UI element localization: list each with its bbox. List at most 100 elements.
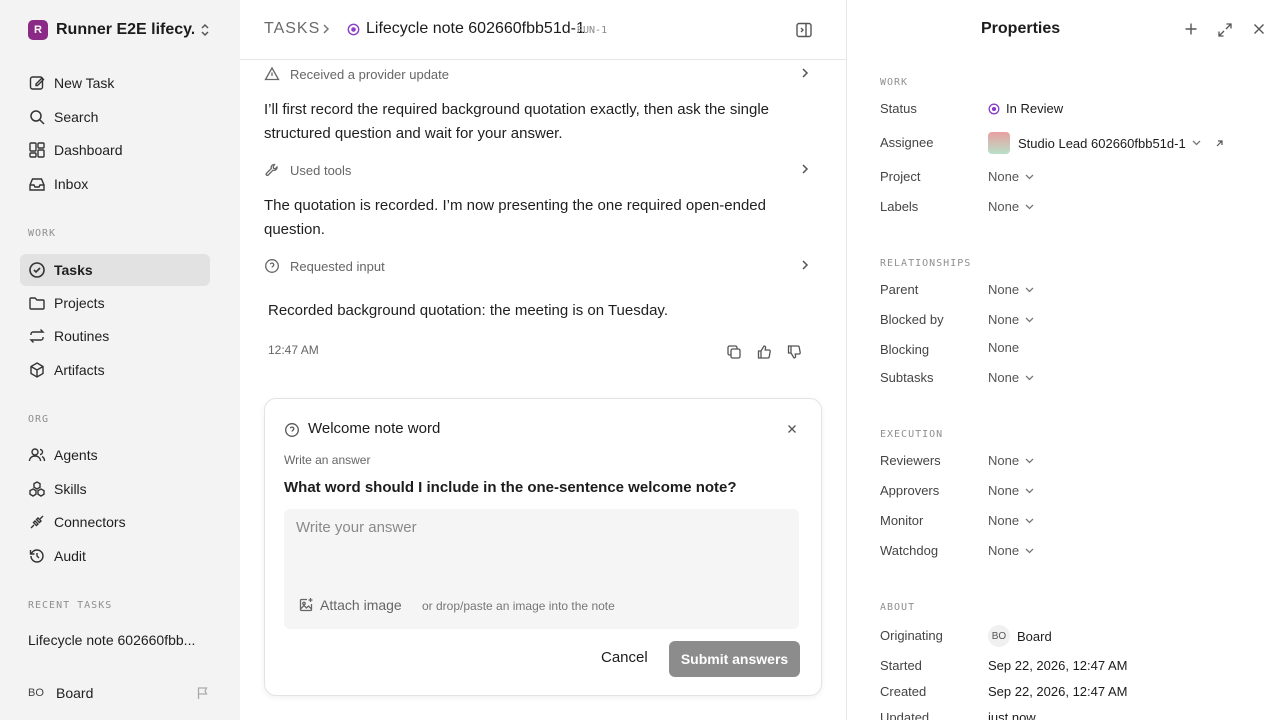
- reviewers-value[interactable]: None: [988, 453, 1034, 468]
- question-card: Welcome note word Write an answer What w…: [264, 398, 822, 696]
- event-provider-update[interactable]: Received a provider update: [264, 62, 810, 86]
- panel-toggle-icon[interactable]: [795, 21, 813, 39]
- user-name: Board: [56, 685, 94, 701]
- assignee-value[interactable]: Studio Lead 602660fbb51d-1: [988, 132, 1224, 154]
- history-icon: [28, 547, 46, 565]
- blocked-by-value[interactable]: None: [988, 312, 1034, 327]
- attach-image-button[interactable]: Attach image: [298, 597, 402, 613]
- nav-agents-label: Agents: [54, 447, 98, 463]
- nav-routines-label: Routines: [54, 328, 110, 344]
- answer-placeholder: Write your answer: [296, 519, 417, 536]
- check-circle-icon: [28, 261, 46, 279]
- question-card-subtitle: Write an answer: [284, 453, 371, 467]
- event-used-tools-label: Used tools: [290, 162, 352, 178]
- nav-audit-label: Audit: [54, 548, 86, 564]
- run-badge: RUN-1: [577, 25, 608, 36]
- search-icon: [28, 108, 46, 126]
- approvers-text: None: [988, 483, 1020, 498]
- status-label: Status: [880, 101, 917, 116]
- nav-agents[interactable]: Agents: [20, 439, 210, 471]
- watchdog-label: Watchdog: [880, 543, 939, 558]
- close-icon[interactable]: [1253, 23, 1265, 35]
- event-requested-input[interactable]: Requested input: [264, 254, 810, 278]
- nav-tasks[interactable]: Tasks: [20, 254, 210, 286]
- nav-connectors[interactable]: Connectors: [20, 506, 210, 538]
- answer-field[interactable]: Write your answer Attach image or drop/p…: [284, 509, 799, 629]
- flag-icon[interactable]: [196, 686, 210, 700]
- properties-title: Properties: [981, 20, 1061, 37]
- labels-label: Labels: [880, 199, 919, 214]
- edit-icon: [28, 74, 46, 92]
- chevron-updown-icon: [200, 23, 210, 37]
- chevron-down-icon: [1025, 518, 1034, 524]
- nav-audit[interactable]: Audit: [20, 540, 210, 572]
- blocking-text: None: [988, 340, 1020, 355]
- wrench-icon: [264, 162, 280, 178]
- boxes-icon: [28, 480, 46, 498]
- event-used-tools[interactable]: Used tools: [264, 158, 810, 182]
- project-label: Project: [880, 169, 921, 184]
- nav-skills[interactable]: Skills: [20, 473, 210, 505]
- user-row[interactable]: BO Board: [28, 682, 214, 704]
- work-section-label: WORK: [28, 228, 57, 239]
- monitor-value[interactable]: None: [988, 513, 1034, 528]
- nav-search-label: Search: [54, 109, 99, 125]
- project-value[interactable]: None: [988, 169, 1034, 184]
- subtasks-value[interactable]: None: [988, 370, 1034, 385]
- message-timestamp: 12:47 AM: [268, 343, 319, 357]
- labels-value[interactable]: None: [988, 199, 1034, 214]
- nav-search[interactable]: Search: [20, 101, 210, 133]
- originating-label: Originating: [880, 628, 943, 643]
- breadcrumb-tasks[interactable]: TASKS: [264, 20, 320, 38]
- recorded-quotation: Recorded background quotation: the meeti…: [268, 302, 668, 319]
- nav-artifacts[interactable]: Artifacts: [20, 354, 210, 386]
- assistant-message-2: The quotation is recorded. I’m now prese…: [264, 197, 766, 238]
- chevron-right-icon: [800, 259, 810, 271]
- main-panel: TASKS Lifecycle note 602660fbb51d-1 RUN-…: [240, 0, 846, 720]
- originating-initials: BO: [988, 625, 1010, 647]
- plus-icon[interactable]: [1184, 22, 1198, 36]
- warning-icon: [264, 66, 280, 82]
- labels-text: None: [988, 199, 1020, 214]
- created-value: Sep 22, 2026, 12:47 AM: [988, 684, 1128, 699]
- nav-projects[interactable]: Projects: [20, 287, 210, 319]
- status-text: In Review: [1006, 101, 1064, 116]
- question-circle-icon: [284, 422, 300, 438]
- status-in-review-icon: [347, 23, 360, 36]
- recent-task-item[interactable]: Lifecycle note 602660fbb...: [28, 632, 195, 648]
- nav-inbox-label: Inbox: [54, 176, 89, 192]
- status-value[interactable]: In Review: [988, 101, 1063, 116]
- cancel-button[interactable]: Cancel: [601, 649, 648, 666]
- thumbs-up-icon[interactable]: [756, 344, 772, 360]
- relationships-section-label: RELATIONSHIPS: [880, 258, 972, 269]
- nav-inbox[interactable]: Inbox: [20, 168, 210, 200]
- parent-value[interactable]: None: [988, 282, 1034, 297]
- copy-icon[interactable]: [726, 344, 742, 360]
- breadcrumb: TASKS Lifecycle note 602660fbb51d-1 RUN-…: [240, 0, 846, 60]
- monitor-label: Monitor: [880, 513, 924, 528]
- avatar: [988, 132, 1010, 154]
- workspace-switcher[interactable]: R Runner E2E lifecy...: [28, 18, 214, 42]
- attach-image-label: Attach image: [320, 597, 402, 613]
- watchdog-value[interactable]: None: [988, 543, 1034, 558]
- updated-value: just now: [988, 710, 1036, 720]
- status-in-review-icon: [988, 103, 1000, 115]
- close-icon[interactable]: [787, 424, 797, 434]
- properties-panel: Properties WORK Status In Review Assigne…: [846, 0, 1280, 720]
- expand-icon[interactable]: [1217, 22, 1233, 38]
- thumbs-down-icon[interactable]: [786, 344, 802, 360]
- external-link-icon[interactable]: [1215, 139, 1224, 148]
- event-requested-input-label: Requested input: [290, 258, 385, 274]
- submit-answers-button[interactable]: Submit answers: [669, 641, 800, 677]
- nav-new-task[interactable]: New Task: [20, 67, 210, 99]
- started-value: Sep 22, 2026, 12:47 AM: [988, 658, 1128, 673]
- folder-icon: [28, 294, 46, 312]
- approvers-value[interactable]: None: [988, 483, 1034, 498]
- question-card-title: Welcome note word: [308, 420, 441, 437]
- about-section-label: ABOUT: [880, 602, 916, 613]
- nav-tasks-label: Tasks: [54, 262, 93, 278]
- nav-dashboard[interactable]: Dashboard: [20, 134, 210, 166]
- approvers-label: Approvers: [880, 483, 940, 498]
- nav-routines[interactable]: Routines: [20, 320, 210, 352]
- dashboard-icon: [28, 141, 46, 159]
